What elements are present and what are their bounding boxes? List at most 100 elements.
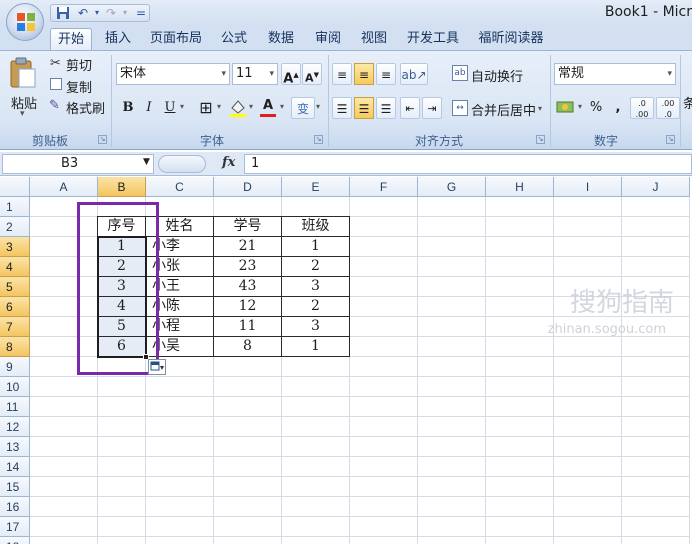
table-header-cell[interactable]: 姓名 xyxy=(146,216,214,237)
cell[interactable] xyxy=(214,537,282,544)
cell[interactable] xyxy=(554,257,622,277)
cell[interactable] xyxy=(282,377,350,397)
cell[interactable] xyxy=(350,197,418,217)
tab-view[interactable]: 视图 xyxy=(354,28,394,50)
table-cell[interactable]: 5 xyxy=(97,317,146,337)
cell[interactable] xyxy=(30,537,98,544)
table-cell[interactable]: 8 xyxy=(214,337,282,357)
cell[interactable] xyxy=(98,397,146,417)
cell[interactable] xyxy=(350,297,418,317)
cell[interactable] xyxy=(282,457,350,477)
cell[interactable] xyxy=(622,257,690,277)
table-cell[interactable]: 小陈 xyxy=(146,297,214,317)
cell[interactable] xyxy=(486,537,554,544)
cell[interactable] xyxy=(486,497,554,517)
table-cell[interactable]: 小程 xyxy=(146,317,214,337)
cell[interactable] xyxy=(214,417,282,437)
column-header-a[interactable]: A xyxy=(30,177,98,197)
fill-color-dropdown-icon[interactable]: ▾ xyxy=(249,102,253,111)
cell[interactable] xyxy=(350,517,418,537)
orientation-icon[interactable]: ab↗ xyxy=(400,63,428,85)
cell[interactable] xyxy=(622,497,690,517)
row-header-11[interactable]: 11 xyxy=(0,397,30,417)
cell[interactable] xyxy=(486,297,554,317)
tab-insert[interactable]: 插入 xyxy=(98,28,138,50)
table-cell[interactable]: 43 xyxy=(214,277,282,297)
table-cell[interactable]: 3 xyxy=(282,277,350,297)
column-header-b[interactable]: B xyxy=(98,177,146,197)
bold-button[interactable]: B xyxy=(119,97,137,119)
cell[interactable] xyxy=(418,217,486,237)
cell[interactable] xyxy=(350,437,418,457)
row-header-16[interactable]: 16 xyxy=(0,497,30,517)
cell[interactable] xyxy=(214,517,282,537)
cell[interactable] xyxy=(554,477,622,497)
table-cell[interactable]: 小李 xyxy=(146,237,214,257)
cell[interactable] xyxy=(98,457,146,477)
cell[interactable] xyxy=(214,497,282,517)
cell[interactable] xyxy=(418,437,486,457)
cell[interactable] xyxy=(418,377,486,397)
tab-foxit-reader[interactable]: 福昕阅读器 xyxy=(472,28,550,50)
table-cell[interactable]: 小吴 xyxy=(146,337,214,357)
cell[interactable] xyxy=(554,357,622,377)
table-header-cell[interactable]: 学号 xyxy=(214,216,282,237)
column-header-g[interactable]: G xyxy=(418,177,486,197)
decrease-decimal-button[interactable]: .00 .0 xyxy=(656,97,680,119)
cell[interactable] xyxy=(418,477,486,497)
cell[interactable] xyxy=(622,517,690,537)
paste-dropdown-icon[interactable]: ▾ xyxy=(20,109,25,119)
row-header-1[interactable]: 1 xyxy=(0,197,30,217)
cell[interactable] xyxy=(486,217,554,237)
row-header-8[interactable]: 8 xyxy=(0,337,30,357)
cell[interactable] xyxy=(554,437,622,457)
cell[interactable] xyxy=(350,277,418,297)
table-cell[interactable]: 3 xyxy=(282,317,350,337)
cell[interactable] xyxy=(622,477,690,497)
cell[interactable] xyxy=(554,497,622,517)
cell[interactable] xyxy=(30,477,98,497)
row-header-17[interactable]: 17 xyxy=(0,517,30,537)
table-cell[interactable]: 2 xyxy=(282,257,350,277)
currency-icon[interactable] xyxy=(556,98,576,116)
row-header-2[interactable]: 2 xyxy=(0,217,30,237)
cell[interactable] xyxy=(622,217,690,237)
cell[interactable] xyxy=(98,357,146,377)
cell[interactable] xyxy=(486,277,554,297)
cell[interactable] xyxy=(418,277,486,297)
cell[interactable] xyxy=(30,357,98,377)
align-center-icon[interactable]: ☰ xyxy=(354,97,374,119)
cell[interactable] xyxy=(350,457,418,477)
table-cell[interactable]: 6 xyxy=(97,337,146,357)
cell[interactable] xyxy=(350,537,418,544)
cell[interactable] xyxy=(98,537,146,544)
cell[interactable] xyxy=(554,537,622,544)
cell[interactable] xyxy=(146,417,214,437)
cell[interactable] xyxy=(98,197,146,217)
cell[interactable] xyxy=(282,197,350,217)
row-header-15[interactable]: 15 xyxy=(0,477,30,497)
cell[interactable] xyxy=(622,537,690,544)
customize-qat-button[interactable]: = xyxy=(133,6,149,20)
insert-function-button[interactable]: fx xyxy=(222,155,235,170)
row-header-6[interactable]: 6 xyxy=(0,297,30,317)
cell[interactable] xyxy=(350,257,418,277)
cell[interactable] xyxy=(30,197,98,217)
phonetic-dropdown-icon[interactable]: ▾ xyxy=(316,102,320,111)
cell[interactable] xyxy=(486,457,554,477)
row-header-10[interactable]: 10 xyxy=(0,377,30,397)
tab-formulas[interactable]: 公式 xyxy=(214,28,254,50)
cell[interactable] xyxy=(30,217,98,237)
column-header-h[interactable]: H xyxy=(486,177,554,197)
cell[interactable] xyxy=(622,457,690,477)
cell[interactable] xyxy=(30,337,98,357)
cell[interactable] xyxy=(282,497,350,517)
cell[interactable] xyxy=(554,217,622,237)
cell[interactable] xyxy=(418,397,486,417)
cell[interactable] xyxy=(30,237,98,257)
tab-data[interactable]: 数据 xyxy=(260,28,302,50)
font-color-button[interactable]: A xyxy=(258,95,278,117)
cell[interactable] xyxy=(350,377,418,397)
cell[interactable] xyxy=(418,257,486,277)
number-format-select[interactable]: 常规 ▾ xyxy=(554,63,676,85)
